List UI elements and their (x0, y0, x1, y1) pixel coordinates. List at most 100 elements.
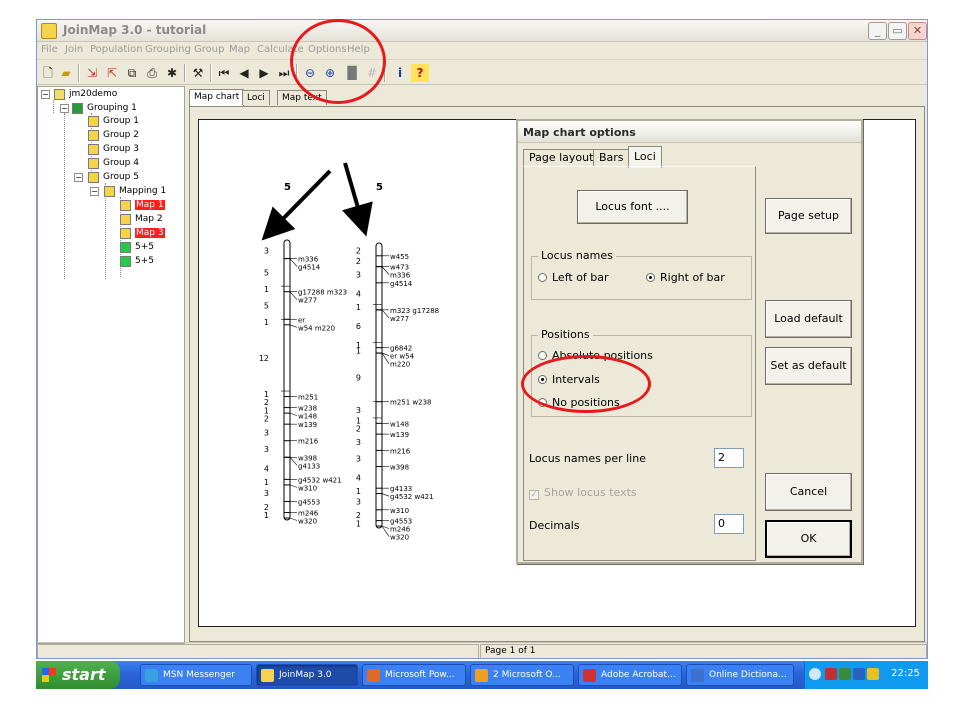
interval-label: 1 (264, 478, 269, 487)
tree-item-map[interactable]: Map 3 (120, 227, 165, 240)
locus-font-button[interactable]: Locus font .... (577, 190, 688, 224)
tree-item-group[interactable]: Group 3 (88, 143, 139, 156)
tree-collapse-toggle[interactable]: − (90, 187, 99, 196)
task-joinmap[interactable]: JoinMap 3.0 (256, 664, 358, 686)
map-title: 5 (284, 182, 291, 193)
next-icon[interactable]: ▶ (255, 64, 273, 82)
tab-loci-options[interactable]: Loci (628, 146, 662, 168)
tree-item-map[interactable]: Map 1 (120, 199, 165, 212)
task-adobe-acrobat[interactable]: Adobe Acrobat... (578, 664, 682, 686)
hammer-icon[interactable]: ⚒ (189, 64, 207, 82)
interval-label: 3 (356, 438, 361, 447)
start-button[interactable]: start (36, 661, 120, 689)
tree-item-map[interactable]: Map 2 (120, 213, 163, 226)
tree-item-group[interactable]: Group 1 (88, 115, 139, 128)
chromosome-bar (375, 242, 383, 529)
locus-names-group: Locus names Left of bar Right of bar (531, 249, 752, 300)
locus-name: g4532 w421 (390, 493, 434, 501)
tab-loci[interactable]: Loci (242, 90, 270, 105)
open-folder-icon[interactable]: ▰ (57, 64, 75, 82)
interval-label: 3 (264, 489, 269, 498)
tree-item-grouping[interactable]: Grouping 1 (72, 102, 137, 115)
menu-population[interactable]: Population (90, 44, 143, 55)
toolbar: 🗋 ▰ ⇲ ⇱ ⧉ ⎙ ✱ ⚒ ⏮ ◀ ▶ ⏭ ⊖ ⊕ █ # i ? (37, 61, 927, 85)
menu-group[interactable]: Group (194, 44, 224, 55)
set-as-default-button[interactable]: Set as default (765, 347, 852, 385)
security-icon[interactable] (867, 668, 879, 680)
task-online-dictionary[interactable]: Online Dictiona... (686, 664, 794, 686)
messenger-tray-icon[interactable] (839, 668, 851, 680)
page-setup-button[interactable]: Page setup (765, 198, 852, 234)
comparison-icon (120, 242, 131, 253)
tree-item-group[interactable]: Group 2 (88, 129, 139, 142)
tree-item-mapping[interactable]: Mapping 1 (104, 185, 166, 198)
network-icon[interactable] (825, 668, 837, 680)
first-icon[interactable]: ⏮ (215, 64, 233, 82)
task-microsoft-outlook[interactable]: 2 Microsoft O... (470, 664, 574, 686)
locus-names-group-title: Locus names (538, 249, 616, 262)
decimals-field[interactable]: 0 (714, 514, 744, 534)
right-of-bar-radio[interactable]: Right of bar (646, 271, 725, 285)
menu-grouping[interactable]: Grouping (145, 44, 191, 55)
locus-name: m336 (390, 272, 411, 280)
import-icon[interactable]: ⇲ (83, 64, 101, 82)
tree-item-comparison[interactable]: 5+5 (120, 241, 154, 254)
export-icon[interactable]: ⇱ (103, 64, 121, 82)
menu-map[interactable]: Map (229, 44, 250, 55)
tab-map-chart[interactable]: Map chart (189, 89, 245, 106)
menu-join[interactable]: Join (65, 44, 83, 55)
load-default-button[interactable]: Load default (765, 300, 852, 338)
interval-label: 1 (356, 519, 361, 528)
show-locus-texts-checkbox[interactable]: ✓ Show locus texts (529, 486, 637, 500)
tree-collapse-toggle[interactable]: − (60, 104, 69, 113)
locus-name: g4553 (390, 518, 412, 526)
maximize-button[interactable]: ▭ (888, 22, 907, 40)
tool-icon[interactable]: ✱ (163, 64, 181, 82)
grouping-icon (72, 103, 83, 114)
help-icon[interactable]: ? (411, 64, 429, 82)
minimize-button[interactable]: _ (868, 22, 887, 40)
copy-icon[interactable]: ⧉ (123, 64, 141, 82)
locus-names-per-line-field[interactable]: 2 (714, 448, 744, 468)
project-tree: − − − − jm20demo Grouping 1 Group 1 Grou… (37, 86, 185, 644)
locus-name: m246 (298, 509, 319, 517)
tree-collapse-toggle[interactable]: − (41, 90, 50, 99)
title-bar[interactable]: JoinMap 3.0 - tutorial _ ▭ ✕ (37, 20, 927, 42)
locus-name: m336 (298, 256, 319, 264)
tree-item-group[interactable]: Group 4 (88, 157, 139, 170)
status-bar: Page 1 of 1 (37, 642, 927, 658)
task-powerpoint[interactable]: Microsoft Pow... (362, 664, 466, 686)
locus-connector (381, 266, 390, 275)
locus-connector (289, 291, 298, 300)
cancel-button[interactable]: Cancel (765, 473, 852, 511)
locus-name: w139 (390, 431, 409, 439)
close-button[interactable]: ✕ (908, 22, 927, 40)
tree-collapse-toggle[interactable]: − (74, 173, 83, 182)
ok-button[interactable]: OK (765, 520, 852, 558)
interval-label: 5 (264, 301, 269, 310)
left-of-bar-radio[interactable]: Left of bar (538, 271, 609, 285)
menu-file[interactable]: File (41, 44, 58, 55)
locus-name: g17288 m323 (298, 289, 347, 297)
locus-name: w310 (298, 484, 317, 492)
task-msn-messenger[interactable]: MSN Messenger (140, 664, 252, 686)
interval-label: 3 (356, 454, 361, 463)
locus-name: g4514 (298, 264, 321, 272)
previous-icon[interactable]: ◀ (235, 64, 253, 82)
interval-label: 6 (356, 322, 361, 331)
print-icon[interactable]: ⎙ (143, 64, 161, 82)
locus-connector (381, 493, 390, 497)
volume-icon[interactable] (853, 668, 865, 680)
group-icon (88, 172, 99, 183)
tab-page-layout[interactable]: Page layout (523, 149, 600, 167)
new-file-icon[interactable]: 🗋 (39, 64, 57, 82)
interval-label: 1 (264, 511, 269, 520)
tab-bars[interactable]: Bars (593, 149, 630, 167)
locus-name: w277 (298, 297, 317, 305)
tray-expand-icon[interactable] (809, 668, 821, 680)
info-icon[interactable]: i (391, 64, 409, 82)
interval-label: 2 (356, 425, 361, 434)
tree-item-comparison[interactable]: 5+5 (120, 255, 154, 268)
tree-item-group[interactable]: Group 5 (88, 171, 139, 184)
tree-item-project[interactable]: jm20demo (54, 88, 117, 101)
